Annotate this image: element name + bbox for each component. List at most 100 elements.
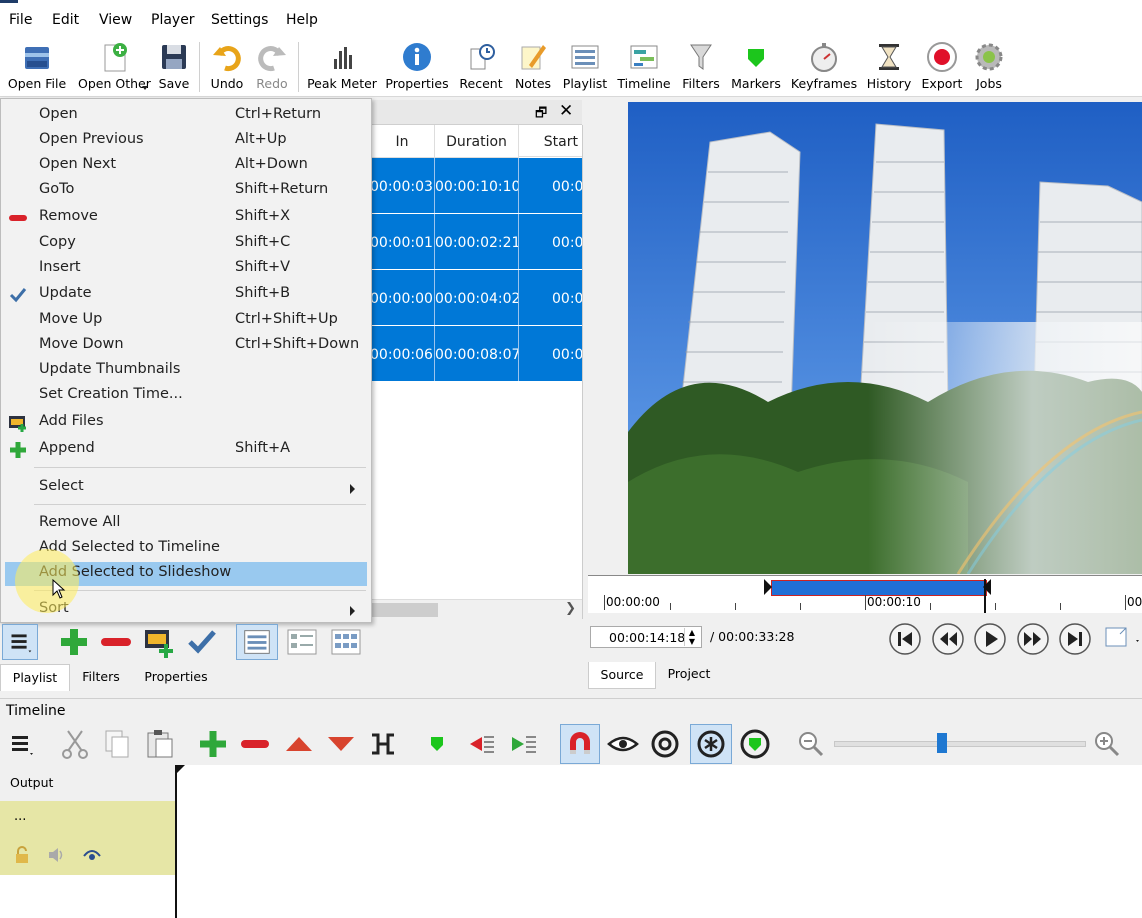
save-button[interactable]: Save <box>154 38 194 96</box>
menu-item-open-previous[interactable]: Open Previous Alt+Up <box>5 129 367 153</box>
history-button[interactable]: History <box>864 38 914 96</box>
playlist-button[interactable]: Playlist <box>560 38 610 96</box>
skip-to-start-icon[interactable] <box>888 622 922 656</box>
remove-button[interactable] <box>98 624 134 660</box>
cut-button[interactable] <box>58 727 92 761</box>
ripple-markers-toggle[interactable] <box>738 727 772 761</box>
eye-icon[interactable] <box>82 845 102 865</box>
notes-button[interactable]: Notes <box>510 38 556 96</box>
column-header-start[interactable]: Start <box>519 125 582 157</box>
properties-button[interactable]: Properties <box>384 38 450 96</box>
next-marker-button[interactable] <box>506 727 540 761</box>
recent-button[interactable]: Recent <box>456 38 506 96</box>
menu-edit[interactable]: Edit <box>52 12 79 28</box>
timecode-spinbox[interactable]: 00:00:14:18 ▲ ▼ <box>590 626 702 648</box>
redo-button[interactable]: Redo <box>252 38 292 96</box>
scrub-toggle[interactable] <box>606 727 640 761</box>
track-header-v1[interactable]: ... <box>0 801 175 875</box>
menu-item-update[interactable]: Update Shift+B <box>5 283 367 307</box>
horizontal-scrollbar[interactable]: ❯ <box>370 599 582 619</box>
menu-item-move-down[interactable]: Move Down Ctrl+Shift+Down <box>5 334 367 358</box>
append-button[interactable] <box>56 624 92 660</box>
rewind-icon[interactable] <box>931 622 965 656</box>
menu-settings[interactable]: Settings <box>211 12 268 28</box>
menu-help[interactable]: Help <box>286 12 318 28</box>
menu-item-move-up[interactable]: Move Up Ctrl+Shift+Up <box>5 309 367 333</box>
paste-button[interactable] <box>142 727 176 761</box>
filters-button[interactable]: Filters <box>678 38 724 96</box>
in-point-marker[interactable] <box>764 579 772 595</box>
open-file-button[interactable]: Open File <box>4 38 70 96</box>
keyframes-button[interactable]: Keyframes <box>790 38 858 96</box>
lock-icon[interactable] <box>12 845 32 865</box>
playhead[interactable] <box>984 579 986 613</box>
menu-item-add-files[interactable]: Add Files <box>5 411 367 435</box>
split-button[interactable] <box>366 727 400 761</box>
markers-button[interactable]: Markers <box>730 38 782 96</box>
open-other-button[interactable]: Open Other <box>78 38 151 96</box>
playlist-menu-button[interactable] <box>2 624 38 660</box>
menu-player[interactable]: Player <box>151 12 195 28</box>
chevron-right-icon[interactable]: ❯ <box>565 601 576 616</box>
peak-meter-button[interactable]: Peak Meter <box>306 38 378 96</box>
snap-toggle[interactable] <box>560 724 600 764</box>
menu-item-open[interactable]: Open Ctrl+Return <box>5 104 367 128</box>
tab-properties[interactable]: Properties <box>136 664 216 690</box>
tab-playlist[interactable]: Playlist <box>0 664 70 691</box>
tab-project[interactable]: Project <box>656 662 722 688</box>
export-button[interactable]: Export <box>918 38 966 96</box>
menu-item-copy[interactable]: Copy Shift+C <box>5 232 367 256</box>
timeline-menu-button[interactable] <box>4 727 38 761</box>
playhead-head-icon[interactable] <box>176 765 185 774</box>
view-tiles-button[interactable] <box>282 624 322 660</box>
spin-arrows-icon[interactable]: ▲ ▼ <box>684 628 699 646</box>
undo-button[interactable]: Undo <box>206 38 248 96</box>
marker-button[interactable] <box>420 727 454 761</box>
float-icon[interactable]: 🗗 <box>535 104 547 126</box>
append-button[interactable] <box>196 727 230 761</box>
tab-filters[interactable]: Filters <box>70 664 132 690</box>
menu-file[interactable]: File <box>9 12 32 28</box>
zoom-slider-handle[interactable] <box>937 733 947 753</box>
view-details-button[interactable] <box>236 624 278 660</box>
fast-forward-icon[interactable] <box>1016 622 1050 656</box>
timeline-button[interactable]: Timeline <box>616 38 672 96</box>
skip-to-end-icon[interactable] <box>1058 622 1092 656</box>
overwrite-button[interactable] <box>324 727 358 761</box>
speaker-icon[interactable] <box>46 845 66 865</box>
preview-ruler[interactable]: 00:00:00 00:00:10 00 <box>588 575 1142 613</box>
column-header-in[interactable]: In <box>370 125 435 158</box>
jobs-button[interactable]: Jobs <box>968 38 1010 96</box>
previous-marker-button[interactable] <box>464 727 498 761</box>
menu-item-remove[interactable]: Remove Shift+X <box>5 206 367 230</box>
lift-button[interactable] <box>282 727 316 761</box>
zoom-slider[interactable] <box>834 733 1086 753</box>
close-icon[interactable]: ✕ <box>559 101 573 121</box>
table-row[interactable]: 00:00:01:08 00:00:02:21 00:00:10: <box>370 214 582 269</box>
grid-toggle-icon[interactable] <box>1102 624 1142 654</box>
menu-item-update-thumbnails[interactable]: Update Thumbnails <box>5 359 367 383</box>
menu-view[interactable]: View <box>99 12 132 28</box>
in-out-range[interactable] <box>771 580 987 596</box>
menu-item-append[interactable]: Append Shift+A <box>5 438 367 462</box>
play-icon[interactable] <box>973 622 1007 656</box>
tab-source[interactable]: Source <box>588 662 656 689</box>
video-preview[interactable] <box>628 102 1142 574</box>
zoom-in-button[interactable] <box>1090 727 1124 761</box>
timeline-playhead[interactable] <box>175 765 177 918</box>
table-row[interactable]: 00:00:03:22 00:00:10:10 00:00:00: <box>370 158 582 213</box>
view-icons-button[interactable] <box>326 624 366 660</box>
ripple-toggle[interactable] <box>648 727 682 761</box>
menu-item-remove-all[interactable]: Remove All <box>5 512 367 536</box>
copy-button[interactable] <box>100 727 134 761</box>
update-button[interactable] <box>184 624 220 660</box>
add-files-button[interactable] <box>142 624 178 660</box>
menu-item-insert[interactable]: Insert Shift+V <box>5 257 367 281</box>
table-row[interactable]: 00:00:00:28 00:00:04:02 00:00:13: <box>370 270 582 325</box>
zoom-out-button[interactable] <box>794 727 828 761</box>
scrollbar-thumb[interactable] <box>370 603 438 617</box>
ripple-all-tracks-toggle[interactable] <box>690 724 732 764</box>
menu-item-set-creation-time[interactable]: Set Creation Time... <box>5 384 367 408</box>
column-header-duration[interactable]: Duration <box>435 125 519 158</box>
ripple-delete-button[interactable] <box>238 727 272 761</box>
